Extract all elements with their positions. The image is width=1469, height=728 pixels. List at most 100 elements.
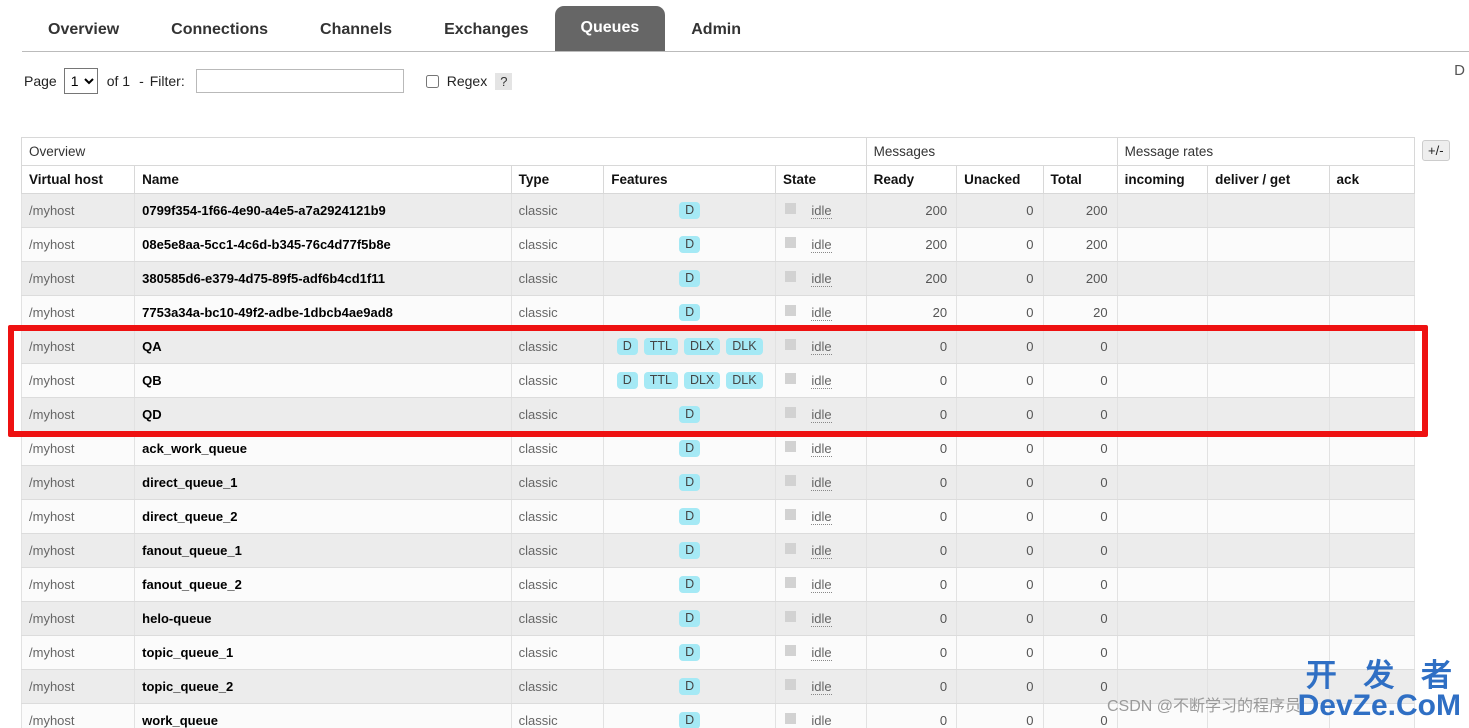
cell-queue-type: classic	[510, 363, 605, 398]
state-indicator-icon	[785, 373, 797, 384]
cell-messages-unacked: 0	[956, 703, 1044, 728]
cell-queue-type: classic	[510, 635, 605, 670]
column-header-incoming[interactable]: incoming	[1116, 165, 1209, 194]
cell-state: idle	[775, 533, 867, 568]
state-label: idle	[811, 543, 832, 559]
column-header-virtual-host[interactable]: Virtual host	[20, 165, 136, 194]
regex-checkbox[interactable]	[425, 74, 439, 88]
cell-queue-name[interactable]: fanout_queue_2	[134, 567, 512, 602]
columns-toggle-button[interactable]: +/-	[1422, 140, 1450, 161]
feature-badge-d: D	[679, 712, 701, 728]
cell-messages-total: 0	[1042, 601, 1118, 636]
table-row[interactable]: /myhost ack_work_queue classic Didle 0 0 0	[20, 431, 1416, 466]
column-header-deliver-get[interactable]: deliver / get	[1207, 165, 1330, 194]
cell-queue-name[interactable]: helo-queue	[134, 601, 512, 636]
table-row[interactable]: /myhost direct_queue_1 classic Didle 0 0 0	[20, 465, 1416, 500]
tab-overview[interactable]: Overview	[22, 10, 145, 52]
cell-queue-name[interactable]: 08e5e8aa-5cc1-4c6d-b345-76c4d77f5b8e	[134, 227, 512, 262]
tab-exchanges[interactable]: Exchanges	[418, 10, 554, 52]
cell-rate-incoming	[1116, 227, 1209, 262]
feature-badge-d: D	[679, 542, 701, 559]
page-select[interactable]: 1	[63, 68, 98, 94]
state-label: idle	[811, 509, 832, 525]
cell-queue-name[interactable]: QB	[134, 363, 512, 398]
tab-channels[interactable]: Channels	[294, 10, 418, 52]
state-indicator-icon	[785, 203, 797, 214]
column-header-type[interactable]: Type	[510, 165, 605, 194]
table-row[interactable]: /myhost QB classic D TTL DLX DLK idle 0 0 0	[20, 363, 1416, 398]
cell-state: idle	[775, 261, 867, 296]
cell-queue-name[interactable]: QD	[134, 397, 512, 432]
column-header-ack[interactable]: ack	[1328, 165, 1416, 194]
cell-features: D	[603, 601, 777, 636]
feature-badge-ttl: TTL	[643, 338, 678, 355]
cell-state: idle	[775, 465, 867, 500]
tab-admin[interactable]: Admin	[665, 10, 767, 52]
column-header-features[interactable]: Features	[603, 165, 777, 194]
table-row[interactable]: /myhost 7753a34a-bc10-49f2-adbe-1dbcb4ae9…	[20, 295, 1416, 330]
cell-state: idle	[775, 499, 867, 534]
tab-connections[interactable]: Connections	[145, 10, 294, 52]
cell-messages-unacked: 0	[956, 363, 1044, 398]
cell-queue-name[interactable]: work_queue	[134, 703, 512, 728]
cell-messages-ready: 0	[865, 601, 958, 636]
cell-virtual-host: /myhost	[20, 567, 136, 602]
cell-virtual-host: /myhost	[20, 295, 136, 330]
table-row[interactable]: /myhost QA classic D TTL DLX DLK idle 0 0 0	[20, 329, 1416, 364]
column-header-name[interactable]: Name	[134, 165, 512, 194]
cell-rate-deliver-get	[1207, 669, 1330, 704]
feature-badge-d: D	[679, 236, 701, 253]
cell-queue-name[interactable]: ack_work_queue	[134, 431, 512, 466]
table-row[interactable]: /myhost 0799f354-1f66-4e90-a4e5-a7a292412…	[20, 193, 1416, 228]
cell-rate-incoming	[1116, 567, 1209, 602]
group-header-messages: Messages	[865, 137, 1118, 166]
table-row[interactable]: /myhost QD classic Didle 0 0 0	[20, 397, 1416, 432]
cell-rate-incoming	[1116, 261, 1209, 296]
state-label: idle	[811, 611, 832, 627]
cell-queue-name[interactable]: 380585d6-e379-4d75-89f5-adf6b4cd1f11	[134, 261, 512, 296]
table-row[interactable]: /myhost helo-queue classic Didle 0 0 0	[20, 601, 1416, 636]
cell-queue-name[interactable]: direct_queue_1	[134, 465, 512, 500]
cell-features: D	[603, 499, 777, 534]
cell-messages-total: 0	[1042, 329, 1118, 364]
cell-queue-name[interactable]: QA	[134, 329, 512, 364]
table-row[interactable]: /myhost 380585d6-e379-4d75-89f5-adf6b4cd1…	[20, 261, 1416, 296]
cell-queue-name[interactable]: topic_queue_2	[134, 669, 512, 704]
table-row[interactable]: /myhost direct_queue_2 classic Didle 0 0 0	[20, 499, 1416, 534]
cell-messages-total: 0	[1042, 635, 1118, 670]
table-row[interactable]: /myhost 08e5e8aa-5cc1-4c6d-b345-76c4d77f5…	[20, 227, 1416, 262]
table-row[interactable]: /myhost fanout_queue_2 classic Didle 0 0 0	[20, 567, 1416, 602]
cell-virtual-host: /myhost	[20, 431, 136, 466]
cell-queue-name[interactable]: direct_queue_2	[134, 499, 512, 534]
cell-messages-unacked: 0	[956, 227, 1044, 262]
cell-virtual-host: /myhost	[20, 227, 136, 262]
state-indicator-icon	[785, 305, 797, 316]
table-row[interactable]: /myhost work_queue classic Didle 0 0 0	[20, 703, 1416, 728]
state-label: idle	[811, 339, 832, 355]
table-row[interactable]: /myhost fanout_queue_1 classic Didle 0 0 0	[20, 533, 1416, 568]
column-header-ready[interactable]: Ready	[865, 165, 958, 194]
cell-queue-name[interactable]: fanout_queue_1	[134, 533, 512, 568]
cell-messages-total: 0	[1042, 703, 1118, 728]
cell-queue-name[interactable]: 0799f354-1f66-4e90-a4e5-a7a2924121b9	[134, 193, 512, 228]
cell-rate-ack	[1328, 499, 1416, 534]
cell-queue-type: classic	[510, 193, 605, 228]
column-header-state[interactable]: State	[775, 165, 867, 194]
column-header-unacked[interactable]: Unacked	[956, 165, 1044, 194]
column-header-total[interactable]: Total	[1042, 165, 1118, 194]
cell-features: D	[603, 261, 777, 296]
cell-messages-ready: 0	[865, 465, 958, 500]
feature-badge-d: D	[616, 338, 638, 355]
state-indicator-icon	[785, 577, 797, 588]
cell-queue-name[interactable]: topic_queue_1	[134, 635, 512, 670]
state-label: idle	[811, 679, 832, 695]
cell-queue-name[interactable]: 7753a34a-bc10-49f2-adbe-1dbcb4ae9ad8	[134, 295, 512, 330]
cell-features: D	[603, 193, 777, 228]
table-row[interactable]: /myhost topic_queue_2 classic Didle 0 0 0	[20, 669, 1416, 704]
regex-help-icon[interactable]: ?	[495, 72, 513, 90]
filter-input[interactable]	[195, 69, 404, 93]
state-label: idle	[811, 577, 832, 593]
tab-queues[interactable]: Queues	[554, 6, 666, 52]
table-row[interactable]: /myhost topic_queue_1 classic Didle 0 0 0	[20, 635, 1416, 670]
cell-messages-total: 0	[1042, 397, 1118, 432]
